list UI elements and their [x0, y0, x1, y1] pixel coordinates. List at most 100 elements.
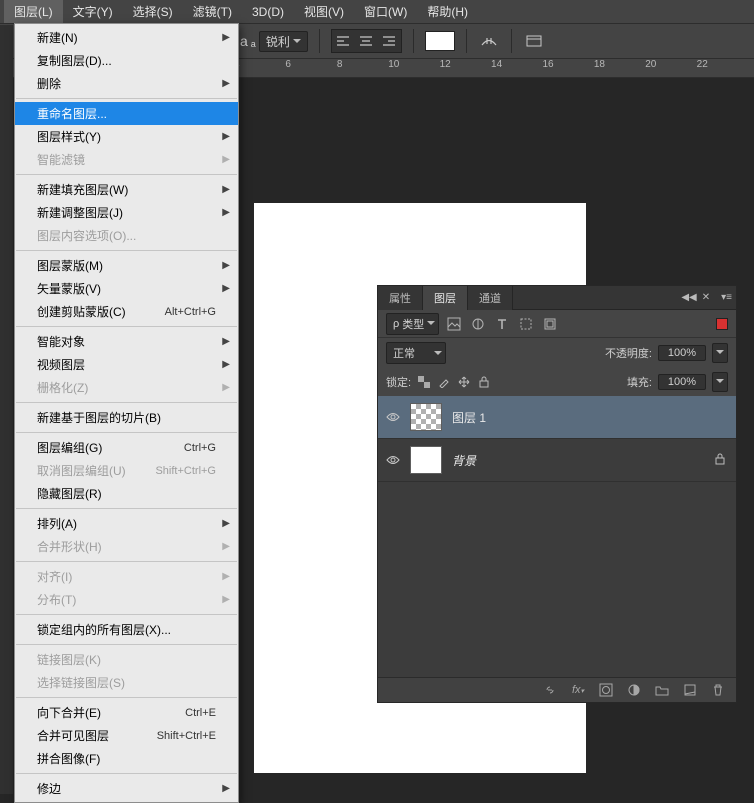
- filter-smart-icon[interactable]: [541, 315, 559, 333]
- ruler-tick: 18: [600, 59, 651, 77]
- close-panel-icon[interactable]: ✕: [702, 292, 710, 303]
- menu-entry[interactable]: 重命名图层...: [15, 102, 238, 125]
- layer-thumbnail[interactable]: [410, 446, 442, 474]
- aa-big: a: [240, 33, 248, 49]
- layer-kind-select[interactable]: ρ 类型: [386, 313, 439, 335]
- filter-adjust-icon[interactable]: [469, 315, 487, 333]
- opacity-value[interactable]: 100%: [658, 345, 706, 361]
- menu-entry[interactable]: 向下合并(E)Ctrl+E: [15, 701, 238, 724]
- menu-entry: 栅格化(Z)▶: [15, 376, 238, 399]
- ruler-tick: 20: [651, 59, 702, 77]
- menu-entry[interactable]: 图层编组(G)Ctrl+G: [15, 436, 238, 459]
- menu-entry[interactable]: 隐藏图层(R): [15, 482, 238, 505]
- menu-entry: 链接图层(K): [15, 648, 238, 671]
- menu-entry[interactable]: 视频图层▶: [15, 353, 238, 376]
- visibility-eye-icon[interactable]: [386, 410, 400, 424]
- filter-toggle-icon[interactable]: [716, 318, 728, 330]
- menu-item[interactable]: 窗口(W): [354, 0, 417, 23]
- layer-name[interactable]: 图层 1: [452, 409, 728, 426]
- layer-item[interactable]: 图层 1: [378, 396, 736, 439]
- menu-item[interactable]: 图层(L): [4, 0, 63, 23]
- menu-item[interactable]: 视图(V): [294, 0, 354, 23]
- lock-paint-icon[interactable]: [437, 375, 451, 389]
- menu-entry: 取消图层编组(U)Shift+Ctrl+G: [15, 459, 238, 482]
- menu-entry[interactable]: 新建(N)▶: [15, 26, 238, 49]
- opacity-label: 不透明度:: [605, 345, 652, 361]
- fill-slider-button[interactable]: [712, 372, 728, 392]
- panel-tab[interactable]: 属性: [378, 286, 423, 310]
- menu-item[interactable]: 3D(D): [242, 2, 294, 22]
- menu-entry[interactable]: 创建剪贴蒙版(C)Alt+Ctrl+G: [15, 300, 238, 323]
- menu-entry: 分布(T)▶: [15, 588, 238, 611]
- filter-type-icon[interactable]: [493, 315, 511, 333]
- blend-opacity-row: 正常 不透明度: 100%: [378, 338, 736, 368]
- menu-bar: 图层(L)文字(Y)选择(S)滤镜(T)3D(D)视图(V)窗口(W)帮助(H): [0, 0, 754, 24]
- opacity-slider-button[interactable]: [712, 343, 728, 363]
- menu-entry[interactable]: 新建填充图层(W)▶: [15, 178, 238, 201]
- align-center-button[interactable]: [355, 30, 378, 52]
- menu-entry[interactable]: 修边▶: [15, 777, 238, 800]
- menu-entry: 图层内容选项(O)...: [15, 224, 238, 247]
- antialias-select[interactable]: 锐利: [259, 31, 308, 52]
- menu-item[interactable]: 文字(Y): [63, 0, 123, 23]
- panel-tab[interactable]: 图层: [423, 286, 468, 310]
- lock-label: 锁定:: [386, 374, 411, 390]
- fill-label: 填充:: [627, 374, 652, 390]
- menu-entry[interactable]: 合并可见图层Shift+Ctrl+E: [15, 724, 238, 747]
- filter-image-icon[interactable]: [445, 315, 463, 333]
- layer-list: 图层 1 背景: [378, 396, 736, 482]
- menu-entry[interactable]: 锁定组内的所有图层(X)...: [15, 618, 238, 641]
- menu-entry[interactable]: 新建基于图层的切片(B): [15, 406, 238, 429]
- menu-entry[interactable]: 排列(A)▶: [15, 512, 238, 535]
- add-mask-icon[interactable]: [598, 682, 614, 698]
- ruler-tick: 22: [703, 59, 754, 77]
- menu-entry[interactable]: 删除▶: [15, 72, 238, 95]
- align-left-button[interactable]: [332, 30, 355, 52]
- new-adjustment-icon[interactable]: [626, 682, 642, 698]
- collapse-icon[interactable]: ◀◀: [681, 292, 696, 303]
- ruler-tick: 16: [548, 59, 599, 77]
- lock-all-icon[interactable]: [477, 375, 491, 389]
- menu-entry[interactable]: 智能对象▶: [15, 330, 238, 353]
- menu-entry: 智能滤镜▶: [15, 148, 238, 171]
- link-layers-icon[interactable]: [542, 682, 558, 698]
- menu-item[interactable]: 帮助(H): [417, 0, 478, 23]
- aa-small: a: [251, 39, 256, 49]
- align-right-button[interactable]: [378, 30, 401, 52]
- filter-shape-icon[interactable]: [517, 315, 535, 333]
- lock-icon: [714, 453, 728, 467]
- panel-toolbar: ρ 类型: [378, 310, 736, 338]
- lock-move-icon[interactable]: [457, 375, 471, 389]
- fill-value[interactable]: 100%: [658, 374, 706, 390]
- layer-list-empty: [378, 482, 736, 677]
- ruler-tick: 12: [446, 59, 497, 77]
- text-color-swatch[interactable]: [425, 31, 455, 51]
- blend-mode-select[interactable]: 正常: [386, 342, 446, 364]
- warp-text-icon[interactable]: [478, 30, 500, 52]
- panel-footer: fx▾: [378, 677, 736, 702]
- panel-menu-icon[interactable]: ▾≡: [721, 292, 732, 303]
- layer-thumbnail[interactable]: [410, 403, 442, 431]
- menu-item[interactable]: 滤镜(T): [183, 0, 242, 23]
- menu-entry[interactable]: 新建调整图层(J)▶: [15, 201, 238, 224]
- menu-entry: 选择链接图层(S): [15, 671, 238, 694]
- layer-item[interactable]: 背景: [378, 439, 736, 482]
- left-strip: [0, 25, 13, 794]
- panels-toggle-icon[interactable]: [523, 30, 545, 52]
- panel-tab[interactable]: 通道: [468, 286, 513, 310]
- layer-name[interactable]: 背景: [452, 452, 704, 469]
- menu-entry[interactable]: 矢量蒙版(V)▶: [15, 277, 238, 300]
- new-layer-icon[interactable]: [682, 682, 698, 698]
- menu-item[interactable]: 选择(S): [123, 0, 183, 23]
- new-group-icon[interactable]: [654, 682, 670, 698]
- menu-entry[interactable]: 图层蒙版(M)▶: [15, 254, 238, 277]
- panel-tabs: 属性图层通道 ◀◀ ✕ ▾≡: [378, 286, 736, 310]
- delete-layer-icon[interactable]: [710, 682, 726, 698]
- visibility-eye-icon[interactable]: [386, 453, 400, 467]
- ruler-tick: 6: [291, 59, 342, 77]
- lock-transparent-icon[interactable]: [417, 375, 431, 389]
- menu-entry[interactable]: 图层样式(Y)▶: [15, 125, 238, 148]
- menu-entry[interactable]: 拼合图像(F): [15, 747, 238, 770]
- layer-effects-icon[interactable]: fx▾: [570, 682, 586, 698]
- menu-entry[interactable]: 复制图层(D)...: [15, 49, 238, 72]
